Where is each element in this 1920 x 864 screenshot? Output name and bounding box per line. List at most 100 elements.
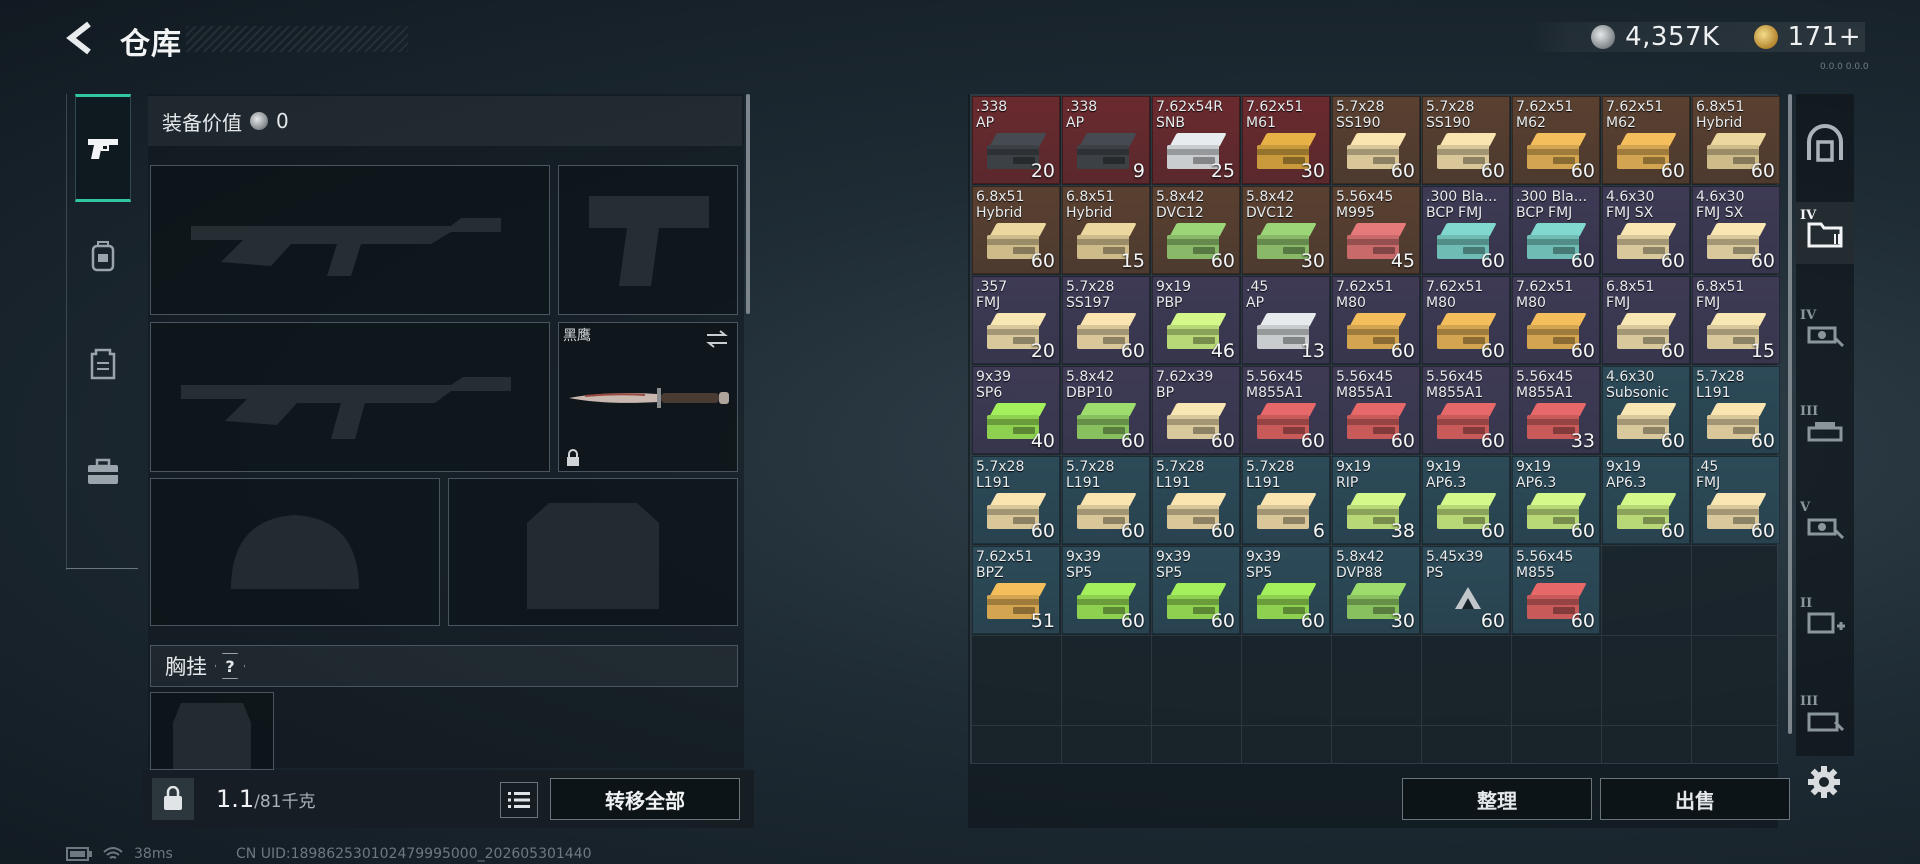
equipment-scrollbar[interactable] bbox=[746, 94, 750, 314]
item-count: 9 bbox=[1132, 160, 1145, 182]
stash-item[interactable]: .45 FMJ 60 bbox=[1692, 456, 1780, 544]
stash-item[interactable]: 9x19 AP6.3 60 bbox=[1422, 456, 1510, 544]
stash-item[interactable]: 6.8x51 Hybrid 60 bbox=[1692, 96, 1780, 184]
stash-item[interactable]: 5.56x45 M855 60 bbox=[1512, 546, 1600, 634]
stash-item[interactable]: 7.62x51 BPZ 51 bbox=[972, 546, 1060, 634]
stash-tab-medical[interactable]: II bbox=[1796, 590, 1854, 652]
sell-button[interactable]: 出售 bbox=[1600, 778, 1790, 820]
stash-scrollbar[interactable] bbox=[1788, 94, 1792, 734]
item-count: 60 bbox=[1750, 160, 1775, 182]
item-count: 60 bbox=[1480, 610, 1505, 632]
stash-tab-4[interactable]: IV bbox=[1796, 202, 1854, 264]
item-count: 60 bbox=[1120, 610, 1145, 632]
stash-item[interactable]: 7.62x39 BP 60 bbox=[1152, 366, 1240, 454]
stash-item[interactable]: 7.62x51 M62 60 bbox=[1512, 96, 1600, 184]
currency-bar: 4,357K 171+ bbox=[1530, 22, 1865, 52]
stash-item[interactable]: .300 Bla... BCP FMJ 60 bbox=[1422, 186, 1510, 274]
secondary-weapon-slot[interactable] bbox=[150, 322, 550, 472]
item-count: 13 bbox=[1300, 340, 1325, 362]
category-weapons[interactable] bbox=[75, 94, 131, 202]
helmet-slot[interactable] bbox=[150, 478, 440, 626]
stash-tab-misc[interactable]: III bbox=[1796, 688, 1854, 750]
stash-tab-safe[interactable] bbox=[1796, 112, 1854, 174]
category-medkit[interactable] bbox=[75, 418, 131, 526]
stash-item[interactable]: 9x19 RIP 38 bbox=[1332, 456, 1420, 544]
stash-item[interactable]: 9x39 SP5 60 bbox=[1062, 546, 1150, 634]
stash-item[interactable]: 6.8x51 FMJ 15 bbox=[1692, 276, 1780, 364]
category-backpack[interactable] bbox=[75, 202, 131, 310]
gold-amount[interactable]: 171+ bbox=[1788, 22, 1861, 52]
stash-item[interactable]: 7.62x54R SNB 25 bbox=[1152, 96, 1240, 184]
melee-slot[interactable]: 黑鹰 bbox=[558, 322, 738, 472]
stash-item[interactable]: 5.56x45 M855A1 60 bbox=[1242, 366, 1330, 454]
stash-item[interactable]: 5.7x28 SS190 60 bbox=[1332, 96, 1420, 184]
stash-item[interactable]: 5.8x42 DBP10 60 bbox=[1062, 366, 1150, 454]
stash-item[interactable]: 6.8x51 Hybrid 15 bbox=[1062, 186, 1150, 274]
stash-item[interactable]: 5.8x42 DVP88 30 bbox=[1332, 546, 1420, 634]
equipment-value: 0 bbox=[276, 109, 289, 133]
stash-item[interactable]: 7.62x51 M80 60 bbox=[1512, 276, 1600, 364]
stash-item[interactable]: 5.7x28 L191 60 bbox=[1062, 456, 1150, 544]
ammo-box-icon bbox=[1077, 133, 1137, 171]
item-count: 60 bbox=[1120, 520, 1145, 542]
stash-item[interactable]: 7.62x51 M80 60 bbox=[1332, 276, 1420, 364]
list-view-button[interactable] bbox=[500, 782, 538, 818]
stash-item[interactable]: 5.7x28 L191 60 bbox=[1152, 456, 1240, 544]
stash-item[interactable]: .357 FMJ 20 bbox=[972, 276, 1060, 364]
stash-item[interactable]: 6.8x51 Hybrid 60 bbox=[972, 186, 1060, 274]
transfer-all-button[interactable]: 转移全部 bbox=[550, 778, 740, 820]
chest-rig-slot[interactable] bbox=[150, 692, 274, 770]
item-caliber-label: 5.8x42 DVC12 bbox=[1156, 189, 1205, 221]
stash-item[interactable]: 7.62x51 M62 60 bbox=[1602, 96, 1690, 184]
item-count: 15 bbox=[1750, 340, 1775, 362]
stash-item[interactable]: 9x19 PBP 46 bbox=[1152, 276, 1240, 364]
stash-item[interactable]: 5.56x45 M855A1 60 bbox=[1422, 366, 1510, 454]
back-button[interactable] bbox=[64, 20, 100, 56]
stash-tab-parts[interactable]: V bbox=[1796, 494, 1854, 556]
stash-item[interactable]: 4.6x30 FMJ SX 60 bbox=[1602, 186, 1690, 274]
rifle-silhouette-icon bbox=[181, 377, 511, 439]
stash-item[interactable]: 7.62x51 M80 60 bbox=[1422, 276, 1510, 364]
stash-item[interactable]: 9x39 SP6 40 bbox=[972, 366, 1060, 454]
category-armor[interactable] bbox=[75, 310, 131, 418]
item-caliber-label: 7.62x51 M80 bbox=[1336, 279, 1394, 311]
stash-item[interactable]: .300 Bla... BCP FMJ 60 bbox=[1512, 186, 1600, 274]
stash-item[interactable]: 5.56x45 M995 45 bbox=[1332, 186, 1420, 274]
item-caliber-label: 5.56x45 M855A1 bbox=[1516, 369, 1574, 401]
stash-item[interactable]: 5.7x28 L191 6 bbox=[1242, 456, 1330, 544]
bag-lock-icon bbox=[164, 786, 182, 810]
stash-item[interactable]: 5.7x28 L191 60 bbox=[972, 456, 1060, 544]
stash-item[interactable]: .338 AP 9 bbox=[1062, 96, 1150, 184]
sort-button[interactable]: 整理 bbox=[1402, 778, 1592, 820]
stash-item[interactable]: 9x19 AP6.3 60 bbox=[1512, 456, 1600, 544]
swap-icon[interactable] bbox=[705, 329, 729, 349]
settings-button[interactable] bbox=[1804, 762, 1844, 802]
armor-slot[interactable] bbox=[448, 478, 738, 626]
stash-tab-ammo[interactable]: III bbox=[1796, 398, 1854, 460]
backpack-lock-button[interactable] bbox=[152, 778, 194, 820]
weight-display: 1.1/81千克 bbox=[216, 785, 316, 813]
item-caliber-label: 7.62x51 M80 bbox=[1426, 279, 1484, 311]
stash-item[interactable]: 4.6x30 Subsonic 60 bbox=[1602, 366, 1690, 454]
stash-tab-key[interactable]: IV bbox=[1796, 302, 1854, 364]
stash-item[interactable]: 9x39 SP5 60 bbox=[1152, 546, 1240, 634]
stash-item[interactable]: 5.56x45 M855A1 60 bbox=[1332, 366, 1420, 454]
stash-item[interactable]: 5.7x28 SS197 60 bbox=[1062, 276, 1150, 364]
stash-item[interactable]: 5.7x28 L191 60 bbox=[1692, 366, 1780, 454]
stash-item[interactable]: 4.6x30 FMJ SX 60 bbox=[1692, 186, 1780, 274]
help-icon[interactable]: ? bbox=[215, 653, 245, 679]
pistol-slot[interactable] bbox=[558, 165, 738, 315]
stash-item[interactable]: .45 AP 13 bbox=[1242, 276, 1330, 364]
stash-item[interactable]: .338 AP 20 bbox=[972, 96, 1060, 184]
stash-item[interactable]: 6.8x51 FMJ 60 bbox=[1602, 276, 1690, 364]
uid-text: CN UID:1898625301024799950​00_2026053014… bbox=[236, 846, 592, 862]
stash-item[interactable]: 5.8x42 DVC12 60 bbox=[1152, 186, 1240, 274]
stash-item[interactable]: 9x39 SP5 60 bbox=[1242, 546, 1330, 634]
primary-weapon-slot[interactable] bbox=[150, 165, 550, 315]
stash-item[interactable]: 5.56x45 M855A1 33 bbox=[1512, 366, 1600, 454]
stash-item[interactable]: 5.8x42 DVC12 30 bbox=[1242, 186, 1330, 274]
stash-item[interactable]: 9x19 AP6.3 60 bbox=[1602, 456, 1690, 544]
stash-item[interactable]: 5.7x28 SS190 60 bbox=[1422, 96, 1510, 184]
stash-item[interactable]: 5.45x39 PS 60 bbox=[1422, 546, 1510, 634]
stash-item[interactable]: 7.62x51 M61 30 bbox=[1242, 96, 1330, 184]
